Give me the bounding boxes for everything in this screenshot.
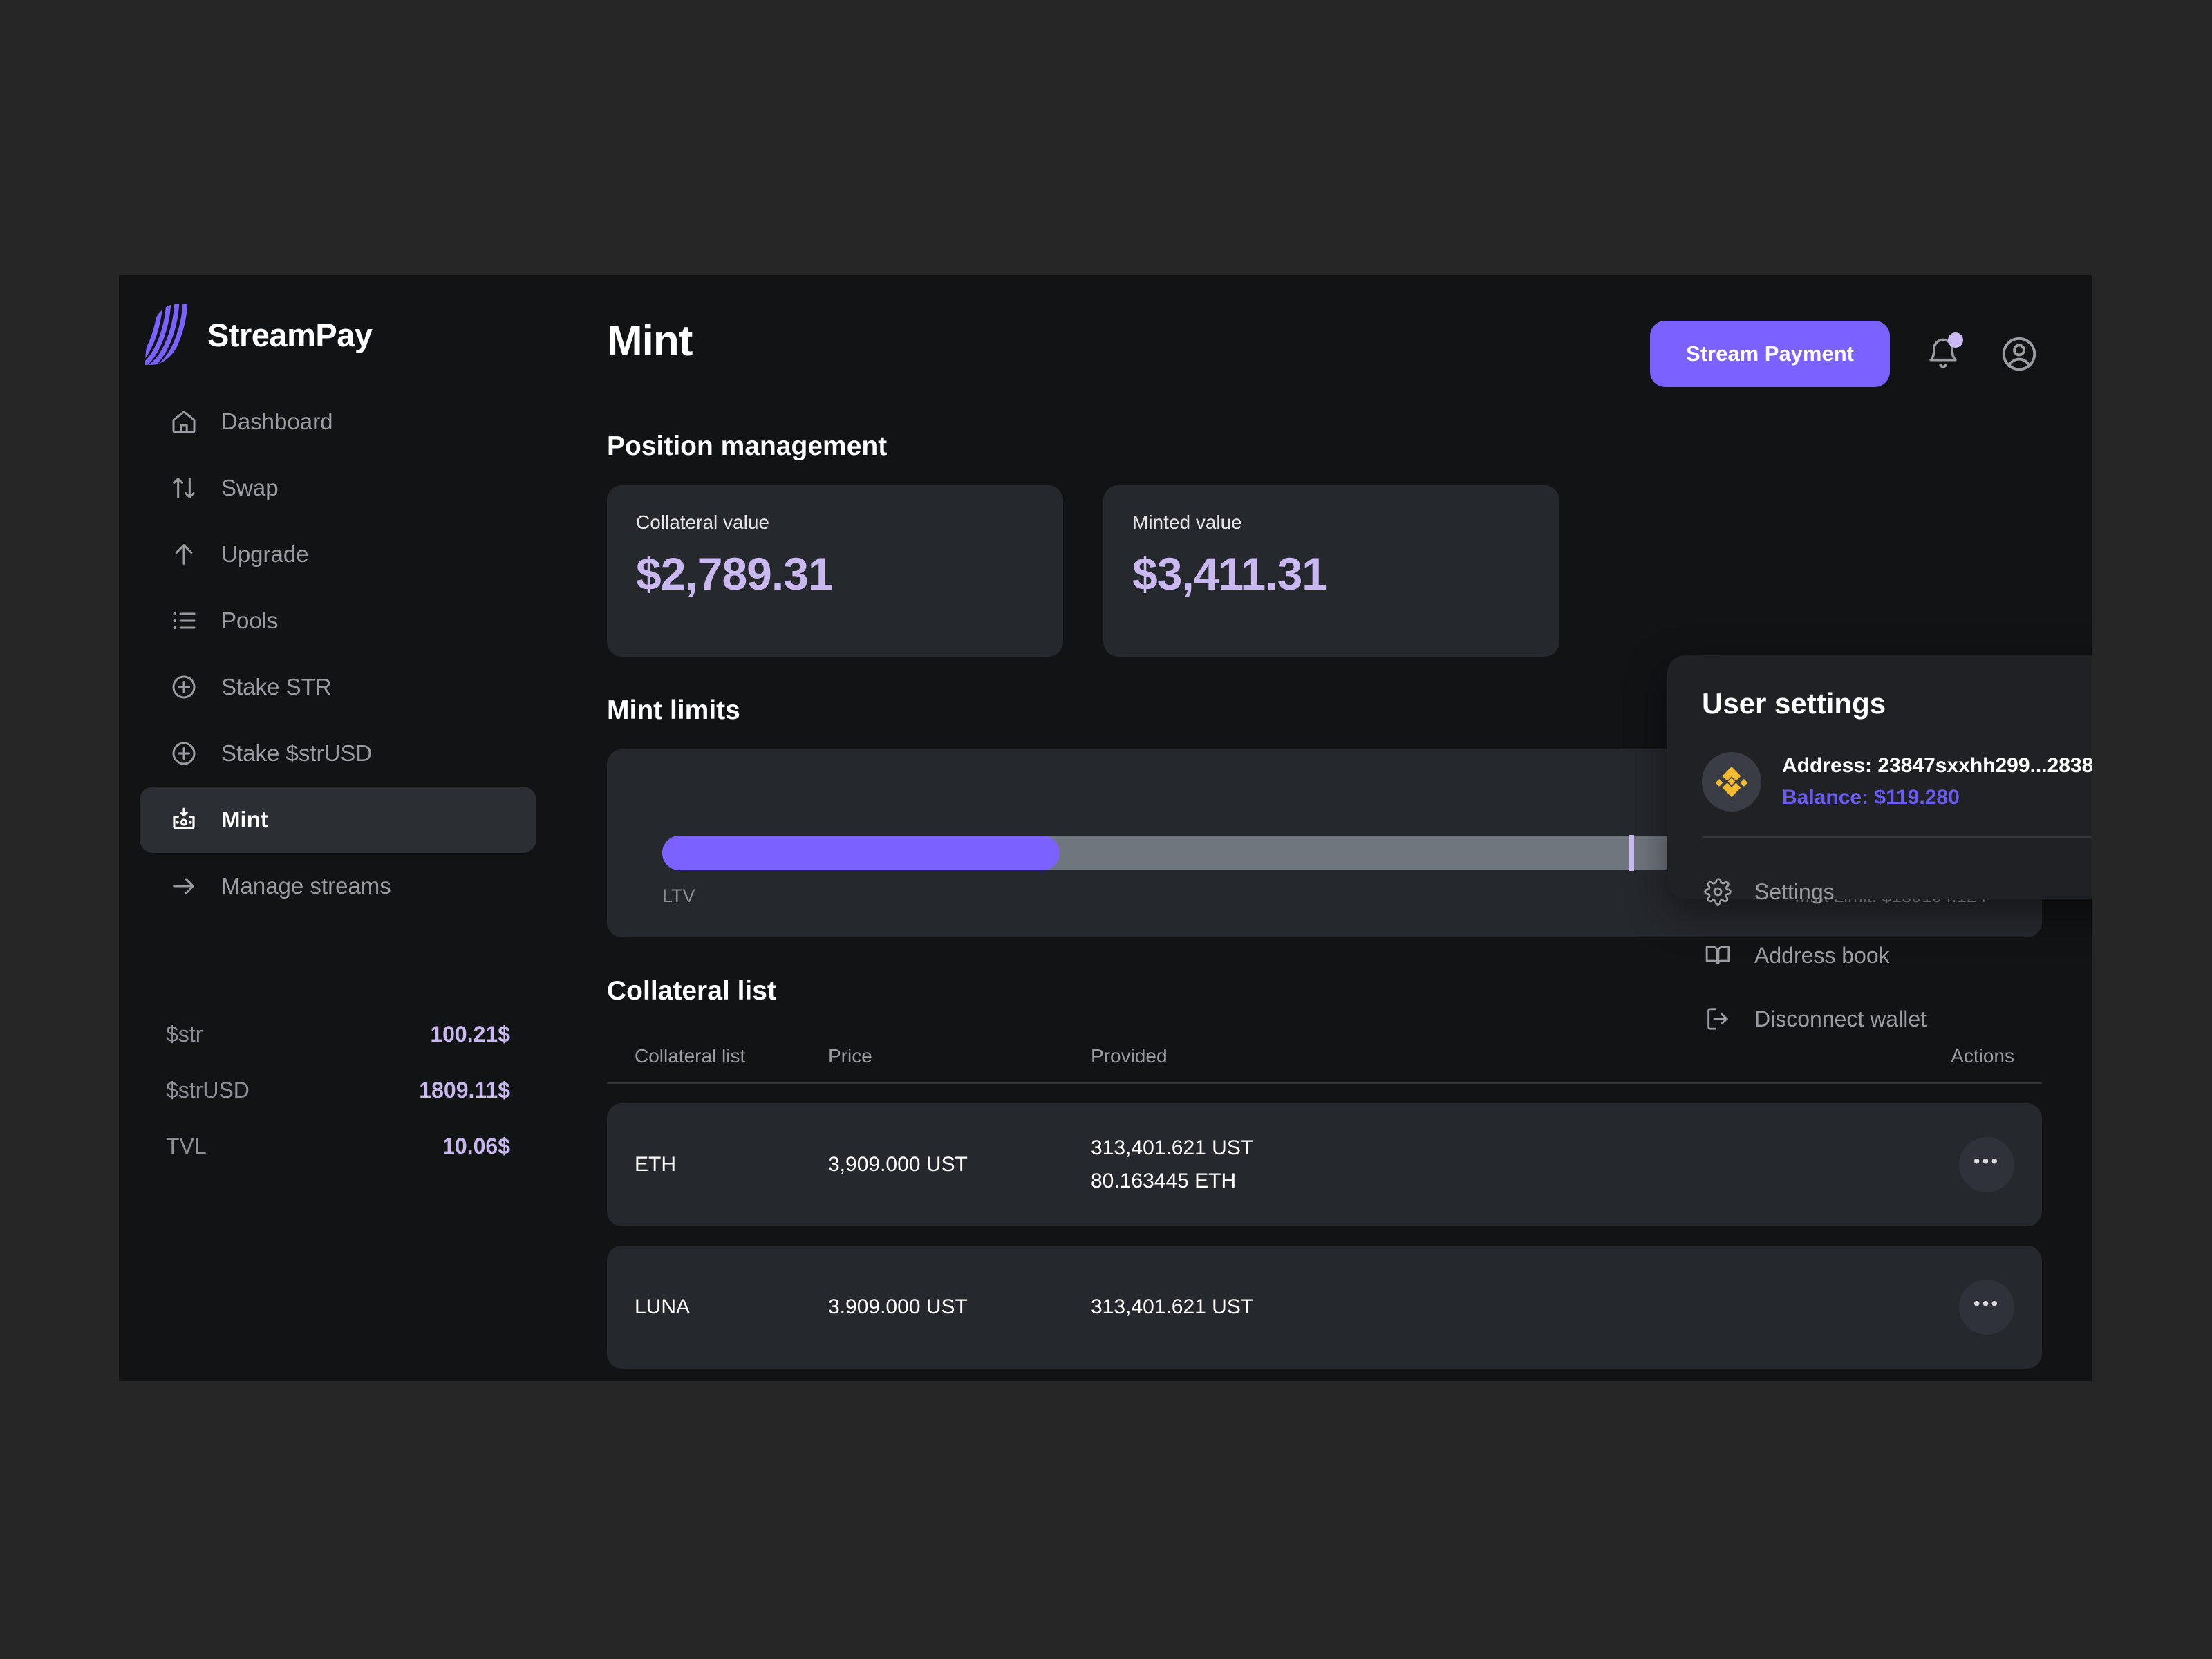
plus-circle-icon bbox=[169, 672, 199, 702]
wallet-text: Address: 23847sxxhh299...28389 Balance: … bbox=[1782, 754, 2092, 809]
sidebar-item-dashboard[interactable]: Dashboard bbox=[140, 388, 536, 455]
cell-provided: 313,401.621 UST bbox=[1091, 1295, 1876, 1319]
collateral-value-card: Collateral value $2,789.31 bbox=[607, 485, 1063, 657]
collateral-table: Collateral list Price Provided Actions E… bbox=[607, 1030, 2042, 1369]
sidebar-item-label: Mint bbox=[221, 807, 268, 832]
table-row[interactable]: ETH 3,909.000 UST 313,401.621 UST 80.163… bbox=[607, 1103, 2042, 1226]
wallet-balance: Balance: $119.280 bbox=[1782, 786, 1960, 809]
menu-item-settings[interactable]: Settings bbox=[1702, 860, 2092, 924]
ltv-liquidation-marker bbox=[1629, 835, 1634, 871]
balance-value: 100.21$ bbox=[430, 1022, 510, 1047]
arrow-up-icon bbox=[169, 539, 199, 570]
more-horizontal-icon[interactable]: ••• bbox=[1959, 1137, 2014, 1192]
notifications-button[interactable] bbox=[1920, 331, 1966, 377]
sidebar-item-swap[interactable]: Swap bbox=[140, 455, 536, 521]
sidebar-item-label: Upgrade bbox=[221, 541, 309, 567]
page-header: Mint Stream Payment bbox=[607, 317, 2042, 393]
wallet-address: Address: 23847sxxhh299...28389 bbox=[1782, 754, 2092, 777]
menu-item-label: Settings bbox=[1754, 879, 1835, 904]
sidebar-item-pools[interactable]: Pools bbox=[140, 588, 536, 654]
sidebar: StreamPay Dashboard Swap Upgrade Pools S… bbox=[119, 275, 557, 1381]
user-settings-title: User settings bbox=[1702, 687, 1886, 720]
cell-provided-ust: 313,401.621 UST bbox=[1091, 1295, 1254, 1318]
profile-button[interactable] bbox=[1996, 331, 2042, 377]
position-management-title: Position management bbox=[607, 431, 888, 461]
sidebar-item-label: Swap bbox=[221, 475, 279, 500]
sidebar-item-label: Manage streams bbox=[221, 873, 391, 899]
sidebar-item-label: Stake $strUSD bbox=[221, 740, 373, 766]
sidebar-balances: $str 100.21$ $strUSD 1809.11$ TVL 10.06$ bbox=[166, 1022, 510, 1190]
balance-row: $str 100.21$ bbox=[166, 1022, 510, 1047]
sidebar-item-mint[interactable]: Mint bbox=[140, 787, 536, 853]
notification-badge bbox=[1948, 332, 1963, 348]
sidebar-item-manage-streams[interactable]: Manage streams bbox=[140, 853, 536, 919]
cell-actions: ••• bbox=[1876, 1280, 2014, 1335]
balance-row: TVL 10.06$ bbox=[166, 1134, 510, 1159]
ltv-label: LTV bbox=[662, 885, 695, 906]
card-label: Minted value bbox=[1132, 512, 1242, 533]
logout-icon bbox=[1702, 1003, 1734, 1035]
sidebar-item-stake-strusd[interactable]: Stake $strUSD bbox=[140, 720, 536, 787]
page-title: Mint bbox=[607, 317, 693, 365]
sidebar-item-label: Stake STR bbox=[221, 674, 332, 700]
card-label: Collateral value bbox=[636, 512, 769, 533]
menu-item-address-book[interactable]: Address book bbox=[1702, 924, 2092, 987]
cell-asset: ETH bbox=[635, 1153, 676, 1176]
balance-value: 1809.11$ bbox=[419, 1078, 510, 1103]
swap-arrows-icon bbox=[169, 473, 199, 503]
cell-price: 3.909.000 UST bbox=[828, 1295, 968, 1318]
panel-divider bbox=[1702, 836, 2092, 838]
card-value: $2,789.31 bbox=[636, 548, 834, 599]
mint-banknote-icon bbox=[169, 805, 199, 835]
cell-provided-ust: 313,401.621 UST bbox=[1091, 1136, 1254, 1159]
stream-payment-button[interactable]: Stream Payment bbox=[1650, 321, 1890, 387]
menu-item-label: Disconnect wallet bbox=[1754, 1006, 1927, 1031]
balance-label: $strUSD bbox=[166, 1078, 250, 1103]
user-settings-header: User settings bbox=[1702, 687, 2092, 729]
stat-cards: Collateral value $2,789.31 Minted value … bbox=[607, 485, 2042, 657]
gear-icon bbox=[1702, 876, 1734, 908]
list-icon bbox=[169, 606, 199, 636]
sidebar-item-stake-str[interactable]: Stake STR bbox=[140, 654, 536, 720]
sidebar-item-label: Dashboard bbox=[221, 409, 333, 434]
app-window: StreamPay Dashboard Swap Upgrade Pools S… bbox=[119, 275, 2092, 1381]
home-icon bbox=[169, 406, 199, 437]
brand-name: StreamPay bbox=[207, 316, 373, 353]
wallet-info: Address: 23847sxxhh299...28389 Balance: … bbox=[1702, 752, 2092, 812]
card-value: $3,411.31 bbox=[1132, 548, 1327, 599]
sidebar-item-upgrade[interactable]: Upgrade bbox=[140, 521, 536, 588]
menu-item-disconnect-wallet[interactable]: Disconnect wallet bbox=[1702, 987, 2092, 1051]
balance-label: TVL bbox=[166, 1134, 207, 1159]
balance-row: $strUSD 1809.11$ bbox=[166, 1078, 510, 1103]
column-header-price: Price bbox=[828, 1045, 872, 1067]
cell-asset: LUNA bbox=[635, 1295, 691, 1318]
column-header-asset: Collateral list bbox=[635, 1045, 746, 1067]
brand[interactable]: StreamPay bbox=[119, 275, 557, 365]
sidebar-nav: Dashboard Swap Upgrade Pools Stake STR S… bbox=[119, 388, 557, 919]
cell-price: 3,909.000 UST bbox=[828, 1153, 968, 1176]
cell-provided: 313,401.621 UST 80.163445 ETH bbox=[1091, 1136, 1876, 1193]
user-settings-menu: Settings Address book Disconnect wallet bbox=[1702, 860, 2092, 1051]
user-settings-panel: User settings Address: 23847sxxhh299...2… bbox=[1667, 655, 2092, 1031]
balance-value: 10.06$ bbox=[442, 1134, 510, 1159]
minted-value-card: Minted value $3,411.31 bbox=[1103, 485, 1559, 657]
arrow-right-icon bbox=[169, 871, 199, 901]
menu-item-label: Address book bbox=[1754, 942, 1890, 968]
binance-diamond-icon bbox=[1702, 752, 1761, 812]
header-actions: Stream Payment bbox=[1650, 317, 2042, 387]
cell-provided-native: 80.163445 ETH bbox=[1091, 1170, 1237, 1192]
cell-actions: ••• bbox=[1876, 1137, 2014, 1192]
streampay-wave-logo-icon bbox=[145, 304, 188, 365]
ltv-progress-fill bbox=[662, 836, 1060, 870]
plus-circle-icon bbox=[169, 738, 199, 769]
more-horizontal-icon[interactable]: ••• bbox=[1959, 1280, 2014, 1335]
balance-label: $str bbox=[166, 1022, 203, 1047]
book-icon bbox=[1702, 939, 1734, 971]
user-circle-icon bbox=[1999, 334, 2039, 374]
table-row[interactable]: LUNA 3.909.000 UST 313,401.621 UST ••• bbox=[607, 1246, 2042, 1369]
sidebar-item-label: Pools bbox=[221, 608, 279, 633]
